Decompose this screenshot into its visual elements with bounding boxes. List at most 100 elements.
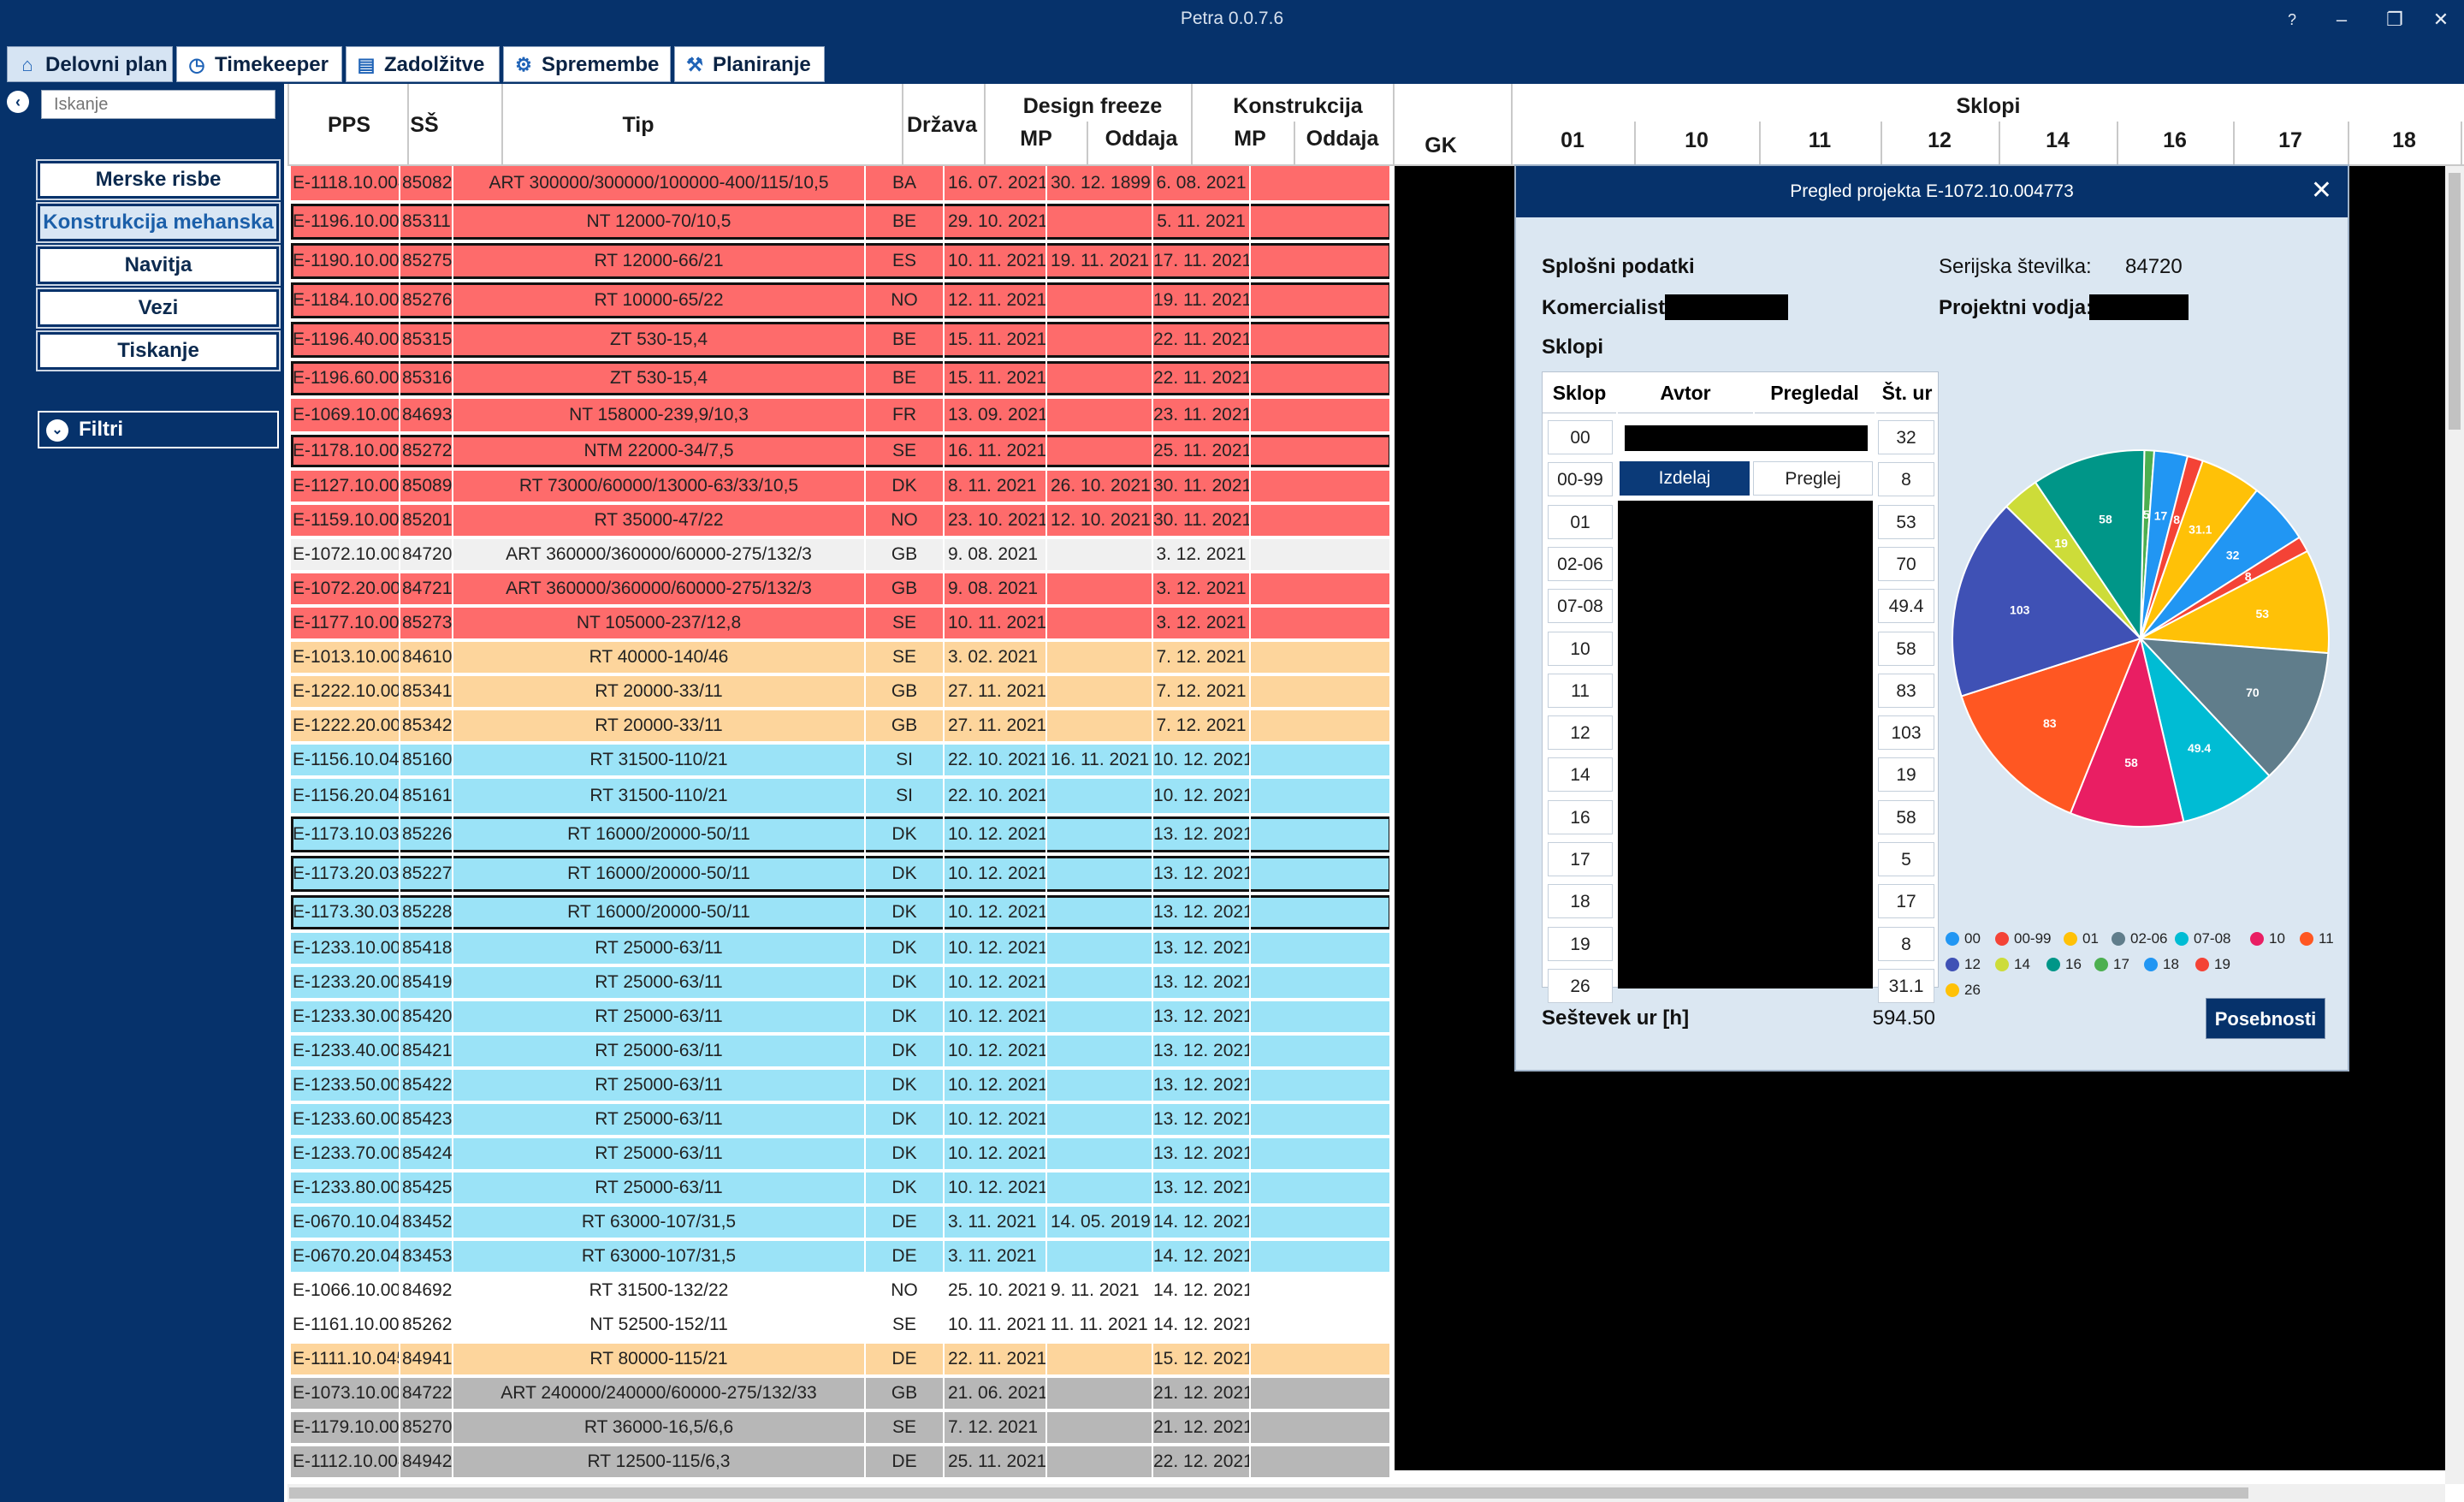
header-sklop-col[interactable]: 18 [2348, 128, 2461, 153]
konstrukcija-mehanska-button[interactable]: Konstrukcija mehanska [36, 202, 281, 243]
izdelaj-button[interactable]: Izdelaj [1620, 461, 1750, 496]
table-row[interactable]: E-1072.10.00477384720ART 360000/360000/6… [291, 539, 1391, 570]
vezi-button[interactable]: Vezi [36, 288, 281, 329]
table-row[interactable]: E-1173.10.03096H85226RT 16000/20000-50/1… [291, 816, 1391, 852]
header-sklop-col[interactable]: 14 [1999, 128, 2117, 153]
legend-item[interactable]: 12 [1946, 955, 1981, 974]
scrollbar-thumb[interactable] [289, 1487, 2248, 1499]
header-sklop-col[interactable]: 11 [1759, 128, 1881, 153]
header-drzava[interactable]: Država [905, 113, 979, 138]
table-row[interactable]: E-1159.10.00484085201RT 35000-47/22NO23.… [291, 505, 1391, 536]
close-icon[interactable]: ✕ [2311, 176, 2332, 205]
table-row[interactable]: E-1156.10.04263A85160RT 31500-110/21SI22… [291, 745, 1391, 775]
vertical-scrollbar[interactable] [2445, 166, 2464, 1484]
table-row[interactable]: E-1173.30.03096H85228RT 16000/20000-50/1… [291, 895, 1391, 929]
cell-k-mp: 14. 12. 2021 [1153, 1309, 1251, 1340]
table-row[interactable]: E-1233.20.00449585419RT 25000-63/11DK10.… [291, 967, 1391, 998]
filter-toggle[interactable]: ⌄ Filtri [38, 411, 279, 448]
table-row[interactable]: E-1073.10.00477484722ART 240000/240000/6… [291, 1378, 1391, 1409]
table-row[interactable]: E-1233.50.00449585422RT 25000-63/11DK10.… [291, 1070, 1391, 1101]
header-tip[interactable]: Tip [501, 113, 775, 138]
legend-item[interactable]: 11 [2300, 929, 2334, 948]
header-sklop-col[interactable]: 12 [1881, 128, 1999, 153]
scrollbar-thumb[interactable] [2449, 173, 2461, 430]
header-k-oddaja[interactable]: Oddaja [1295, 127, 1389, 151]
help-icon[interactable]: ? [2272, 5, 2312, 34]
search-input[interactable] [41, 90, 275, 119]
legend-swatch [2064, 932, 2077, 946]
table-row[interactable]: E-1173.20.03096H85227RT 16000/20000-50/1… [291, 856, 1391, 892]
header-k-mp[interactable]: MP [1199, 127, 1300, 151]
legend-item[interactable]: 00 [1946, 929, 1981, 948]
table-row[interactable]: E-1013.10.00468684610RT 40000-140/46SE3.… [291, 642, 1391, 673]
header-sklop-col[interactable]: 16 [2117, 128, 2233, 153]
maximize-icon[interactable]: ❐ [2375, 5, 2414, 34]
header-sklop-col[interactable]: 10 [1634, 128, 1759, 153]
cell-df-mp: 9. 08. 2021 [945, 573, 1047, 604]
header-df-mp[interactable]: MP [986, 127, 1087, 151]
table-row[interactable]: E-1233.80.00449585425RT 25000-63/11DK10.… [291, 1173, 1391, 1203]
tab-spremembe[interactable]: ⚙ Spremembe [503, 46, 671, 82]
table-row[interactable]: E-1196.40.00487685315ZT 530-15,4BE15. 11… [291, 322, 1391, 358]
header-sklop-col[interactable]: 01 [1511, 128, 1634, 153]
table-row[interactable]: E-1233.30.00449585420RT 25000-63/11DK10.… [291, 1001, 1391, 1032]
table-row[interactable]: E-1196.60.00487685316ZT 530-15,4BE15. 11… [291, 361, 1391, 395]
collapse-sidebar-icon[interactable]: ‹ [7, 91, 29, 113]
table-row[interactable]: E-1112.10.00476684942RT 12500-115/6,3DE2… [291, 1446, 1391, 1477]
table-row[interactable]: E-1066.10.00474384692RT 31500-132/22NO25… [291, 1275, 1391, 1306]
table-row[interactable]: E-1177.10.00485485273NT 105000-237/12,8S… [291, 608, 1391, 638]
cell-df-oddaja [1047, 1446, 1153, 1477]
merske-risbe-button[interactable]: Merske risbe [36, 159, 281, 200]
minimize-icon[interactable]: – [2322, 5, 2361, 34]
table-row[interactable]: E-1190.10.00486785275RT 12000-66/21ES10.… [291, 243, 1391, 279]
table-row[interactable]: E-1179.10.00484885270RT 36000-16,5/6,6SE… [291, 1412, 1391, 1443]
column-divider [2461, 122, 2462, 166]
close-icon[interactable]: ✕ [2421, 5, 2461, 34]
table-row[interactable]: E-1156.20.04263A85161RT 31500-110/21SI22… [291, 779, 1391, 813]
table-row[interactable]: E-1184.10.00485785276RT 10000-65/22NO12.… [291, 282, 1391, 318]
header-ss[interactable]: SŠ [407, 113, 441, 138]
posebnosti-button[interactable]: Posebnosti [2206, 998, 2325, 1039]
horizontal-scrollbar[interactable] [287, 1484, 2445, 1502]
legend-item[interactable]: 00-99 [1995, 929, 2051, 948]
tab-zadolzitve[interactable]: ▤ Zadolžitve [346, 46, 500, 82]
table-row[interactable]: E-0670.10.04345A83452RT 63000-107/31,5DE… [291, 1207, 1391, 1238]
table-row[interactable]: E-1233.10.00449585418RT 25000-63/11DK10.… [291, 933, 1391, 964]
table-row[interactable]: E-1178.10.00001285272NTM 22000-34/7,5SE1… [291, 435, 1391, 467]
tab-delovni-plan[interactable]: ⌂ Delovni plan [7, 46, 173, 82]
table-row[interactable]: E-1222.20.00489385342RT 20000-33/11GB27.… [291, 710, 1391, 741]
legend-item[interactable]: 14 [1995, 955, 2030, 974]
legend-item[interactable]: 17 [2094, 955, 2129, 974]
legend-item[interactable]: 18 [2144, 955, 2179, 974]
table-row[interactable]: E-1233.40.00449585421RT 25000-63/11DK10.… [291, 1036, 1391, 1066]
navitja-button[interactable]: Navitja [36, 245, 281, 286]
table-row[interactable]: E-1111.10.04585B84941RT 80000-115/21DE22… [291, 1344, 1391, 1374]
table-row[interactable]: E-1233.60.00449585423RT 25000-63/11DK10.… [291, 1104, 1391, 1135]
legend-item[interactable]: 26 [1946, 981, 1981, 1000]
header-df-oddaja[interactable]: Oddaja [1090, 127, 1193, 151]
legend-item[interactable]: 01 [2064, 929, 2099, 948]
table-row[interactable]: E-1118.10.00480085082ART 300000/300000/1… [291, 166, 1391, 200]
table-row[interactable]: E-1233.70.00449585424RT 25000-63/11DK10.… [291, 1138, 1391, 1169]
header-pps[interactable]: PPS [294, 113, 404, 138]
tab-planiranje[interactable]: ⚒ Planiranje [674, 46, 825, 82]
header-gk[interactable]: GK [1395, 134, 1487, 158]
home-icon: ⌂ [21, 54, 33, 75]
table-row[interactable]: E-1196.10.00487385311NT 12000-70/10,5BE2… [291, 204, 1391, 240]
table-row[interactable]: E-1127.10.00481985089RT 73000/60000/1300… [291, 471, 1391, 502]
legend-item[interactable]: 10 [2250, 929, 2285, 948]
table-row[interactable]: E-0670.20.04345A83453RT 63000-107/31,5DE… [291, 1241, 1391, 1272]
tiskanje-button[interactable]: Tiskanje [36, 330, 281, 371]
legend-item[interactable]: 02-06 [2112, 929, 2167, 948]
legend-item[interactable]: 16 [2046, 955, 2082, 974]
table-row[interactable]: E-1072.20.00477384721ART 360000/360000/6… [291, 573, 1391, 604]
table-row[interactable]: E-1161.10.00481585262NT 52500-152/11SE10… [291, 1309, 1391, 1340]
legend-item[interactable]: 19 [2195, 955, 2230, 974]
title-bar: Petra 0.0.7.6 ? – ❐ ✕ [0, 0, 2464, 39]
legend-item[interactable]: 07-08 [2175, 929, 2230, 948]
table-row[interactable]: E-1069.10.00473384693NT 158000-239,9/10,… [291, 399, 1391, 431]
tab-timekeeper[interactable]: ◷ Timekeeper [176, 46, 342, 82]
table-row[interactable]: E-1222.10.00489385341RT 20000-33/11GB27.… [291, 676, 1391, 707]
preglej-button[interactable]: Preglej [1753, 461, 1873, 496]
header-sklop-col[interactable]: 17 [2233, 128, 2348, 153]
